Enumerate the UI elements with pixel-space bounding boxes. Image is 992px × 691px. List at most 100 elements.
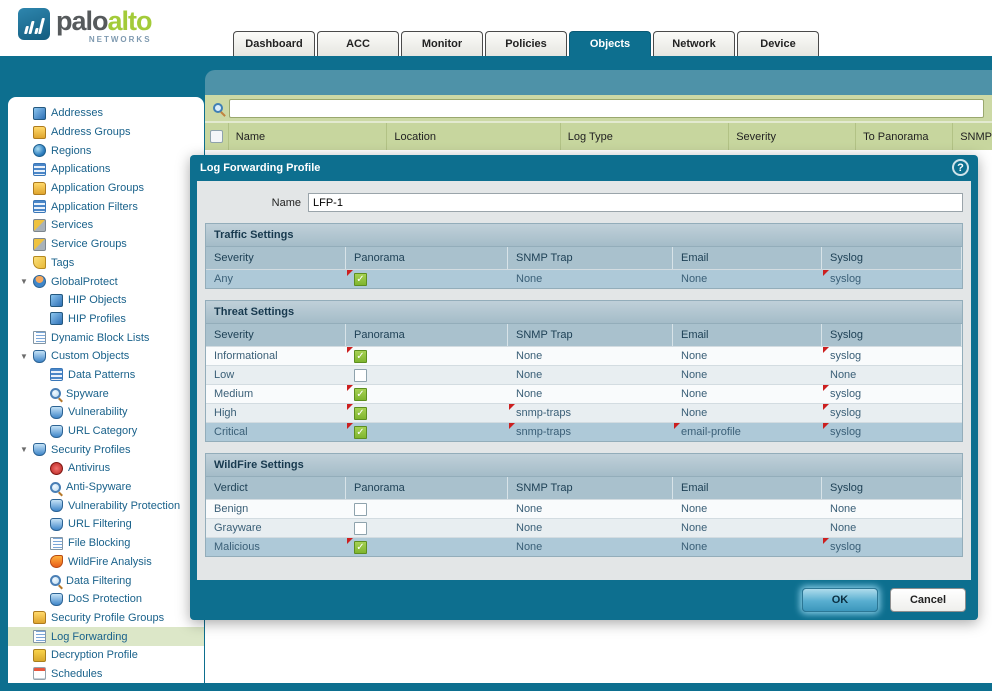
sidebar-item-label: Antivirus: [68, 462, 110, 474]
panorama-checkbox[interactable]: ✓: [354, 350, 367, 363]
snmp-trap-cell[interactable]: None: [508, 519, 673, 537]
sidebar-item-data-patterns[interactable]: Data Patterns: [8, 366, 204, 385]
syslog-cell[interactable]: syslog: [822, 404, 962, 422]
sidebar-item-file-blocking[interactable]: File Blocking: [8, 534, 204, 553]
snmp-trap-cell[interactable]: None: [508, 385, 673, 403]
syslog-cell[interactable]: syslog: [822, 270, 962, 288]
tab-acc[interactable]: ACC: [317, 31, 399, 56]
row-medium[interactable]: Medium✓NoneNonesyslog: [206, 384, 962, 403]
sidebar-item-addresses[interactable]: Addresses: [8, 104, 204, 123]
email-cell[interactable]: None: [673, 270, 822, 288]
search-input[interactable]: [229, 99, 984, 118]
sidebar-item-vulnerability-protection[interactable]: Vulnerability Protection: [8, 496, 204, 515]
sidebar-item-services[interactable]: Services: [8, 216, 204, 235]
email-cell[interactable]: None: [673, 500, 822, 518]
sidebar-item-custom-objects[interactable]: ▼Custom Objects: [8, 347, 204, 366]
sidebar-item-service-groups[interactable]: Service Groups: [8, 235, 204, 254]
tab-policies[interactable]: Policies: [485, 31, 567, 56]
snmp-trap-cell[interactable]: snmp-traps: [508, 423, 673, 441]
email-cell[interactable]: None: [673, 366, 822, 384]
sidebar-item-log-forwarding[interactable]: Log Forwarding: [8, 627, 204, 646]
sidebar-item-spyware[interactable]: Spyware: [8, 384, 204, 403]
syslog-cell[interactable]: syslog: [822, 423, 962, 441]
cancel-button[interactable]: Cancel: [890, 588, 966, 612]
sidebar-item-url-category[interactable]: URL Category: [8, 422, 204, 441]
sidebar-item-applications[interactable]: Applications: [8, 160, 204, 179]
row-informational[interactable]: Informational✓NoneNonesyslog: [206, 346, 962, 365]
panorama-checkbox[interactable]: ✓: [354, 541, 367, 554]
sidebar-item-application-groups[interactable]: Application Groups: [8, 179, 204, 198]
sidebar-item-dynamic-block-lists[interactable]: Dynamic Block Lists: [8, 328, 204, 347]
column-header-name[interactable]: Name: [229, 123, 388, 150]
row-grayware[interactable]: GraywareNoneNoneNone: [206, 518, 962, 537]
sidebar-item-schedules[interactable]: Schedules: [8, 665, 204, 683]
sidebar-item-decryption-profile[interactable]: Decryption Profile: [8, 646, 204, 665]
sidebar-item-security-profile-groups[interactable]: Security Profile Groups: [8, 609, 204, 628]
tab-monitor[interactable]: Monitor: [401, 31, 483, 56]
panorama-checkbox[interactable]: ✓: [354, 407, 367, 420]
email-cell[interactable]: None: [673, 538, 822, 556]
row-benign[interactable]: BenignNoneNoneNone: [206, 499, 962, 518]
email-cell[interactable]: None: [673, 404, 822, 422]
sidebar-item-wildfire-analysis[interactable]: WildFire Analysis: [8, 553, 204, 572]
syslog-cell[interactable]: None: [822, 366, 962, 384]
column-header-snmp[interactable]: SNMP: [953, 123, 992, 150]
panorama-checkbox[interactable]: ✓: [354, 388, 367, 401]
tab-network[interactable]: Network: [653, 31, 735, 56]
help-icon[interactable]: ?: [952, 159, 969, 176]
panorama-checkbox[interactable]: ✓: [354, 426, 367, 439]
shield-icon: [50, 499, 63, 512]
row-any[interactable]: Any✓NoneNonesyslog: [206, 269, 962, 288]
snmp-trap-cell[interactable]: None: [508, 366, 673, 384]
ok-button[interactable]: OK: [802, 588, 878, 612]
column-header-severity[interactable]: Severity: [729, 123, 856, 150]
row-low[interactable]: LowNoneNoneNone: [206, 365, 962, 384]
row-critical[interactable]: Critical✓snmp-trapsemail-profilesyslog: [206, 422, 962, 441]
sidebar-item-antivirus[interactable]: Antivirus: [8, 459, 204, 478]
sidebar-item-hip-profiles[interactable]: HIP Profiles: [8, 310, 204, 329]
snmp-trap-cell[interactable]: None: [508, 538, 673, 556]
tab-objects[interactable]: Objects: [569, 31, 651, 57]
panorama-checkbox[interactable]: [354, 503, 367, 516]
sidebar-item-security-profiles[interactable]: ▼Security Profiles: [8, 440, 204, 459]
sidebar-item-regions[interactable]: Regions: [8, 141, 204, 160]
sidebar-item-tags[interactable]: Tags: [8, 254, 204, 273]
snmp-trap-cell[interactable]: snmp-traps: [508, 404, 673, 422]
sidebar-item-vulnerability[interactable]: Vulnerability: [8, 403, 204, 422]
tab-dashboard[interactable]: Dashboard: [233, 31, 315, 56]
sidebar-item-anti-spyware[interactable]: Anti-Spyware: [8, 478, 204, 497]
chevron-down-icon[interactable]: ▼: [18, 352, 33, 361]
syslog-cell[interactable]: syslog: [822, 538, 962, 556]
row-malicious[interactable]: Malicious✓NoneNonesyslog: [206, 537, 962, 556]
sidebar-item-dos-protection[interactable]: DoS Protection: [8, 590, 204, 609]
column-header-log-type[interactable]: Log Type: [561, 123, 729, 150]
panorama-checkbox[interactable]: [354, 522, 367, 535]
snmp-trap-cell[interactable]: None: [508, 347, 673, 365]
syslog-cell[interactable]: None: [822, 519, 962, 537]
sidebar-item-address-groups[interactable]: Address Groups: [8, 123, 204, 142]
column-header-location[interactable]: Location: [387, 123, 560, 150]
panorama-checkbox[interactable]: ✓: [354, 273, 367, 286]
snmp-trap-cell[interactable]: None: [508, 270, 673, 288]
chevron-down-icon[interactable]: ▼: [18, 445, 33, 454]
sidebar-item-globalprotect[interactable]: ▼GlobalProtect: [8, 272, 204, 291]
tab-device[interactable]: Device: [737, 31, 819, 56]
sidebar-item-application-filters[interactable]: Application Filters: [8, 197, 204, 216]
syslog-cell[interactable]: None: [822, 500, 962, 518]
row-high[interactable]: High✓snmp-trapsNonesyslog: [206, 403, 962, 422]
select-all-checkbox[interactable]: [210, 130, 223, 143]
column-header-to-panorama[interactable]: To Panorama: [856, 123, 953, 150]
chevron-down-icon[interactable]: ▼: [18, 277, 33, 286]
email-cell[interactable]: None: [673, 385, 822, 403]
email-cell[interactable]: None: [673, 347, 822, 365]
sidebar-item-hip-objects[interactable]: HIP Objects: [8, 291, 204, 310]
sidebar-item-url-filtering[interactable]: URL Filtering: [8, 515, 204, 534]
syslog-cell[interactable]: syslog: [822, 385, 962, 403]
syslog-cell[interactable]: syslog: [822, 347, 962, 365]
email-cell[interactable]: None: [673, 519, 822, 537]
email-cell[interactable]: email-profile: [673, 423, 822, 441]
sidebar-item-data-filtering[interactable]: Data Filtering: [8, 571, 204, 590]
snmp-trap-cell[interactable]: None: [508, 500, 673, 518]
panorama-checkbox[interactable]: [354, 369, 367, 382]
name-input[interactable]: [308, 193, 963, 212]
